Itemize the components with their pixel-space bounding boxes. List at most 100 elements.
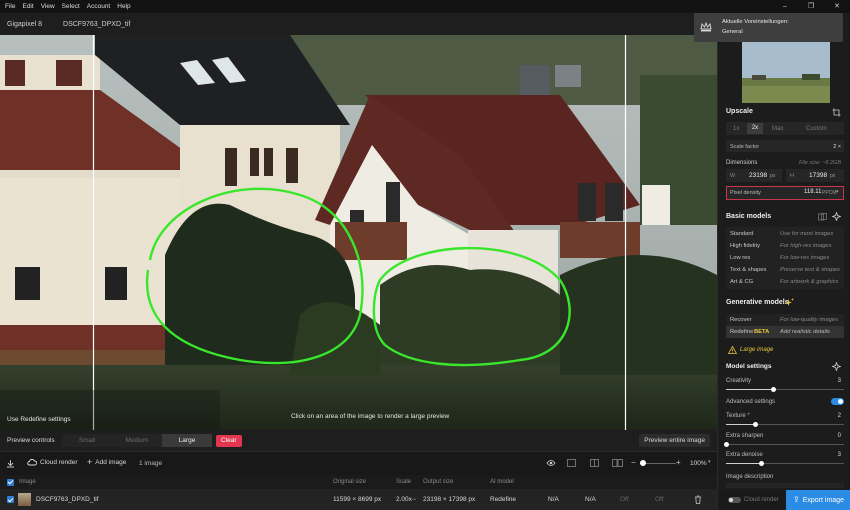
col-output-size[interactable]: Output size (423, 479, 453, 485)
add-image-button[interactable]: + Add image (87, 457, 126, 467)
chevron-down-icon[interactable]: ▾ (836, 189, 839, 195)
export-image-label: Export image (802, 497, 844, 504)
menu-help[interactable]: Help (117, 3, 130, 10)
side-by-side-icon[interactable] (612, 459, 623, 467)
menu-edit[interactable]: Edit (22, 3, 33, 10)
col-image[interactable]: Image (19, 479, 36, 485)
crop-icon[interactable] (832, 108, 841, 117)
table-row[interactable]: DSCF9763_DPXD_tif 11599 × 8699 px 2.00x … (0, 489, 717, 510)
maximize-button[interactable]: ❐ (798, 0, 824, 13)
width-value[interactable]: 23198 (749, 172, 767, 179)
model-name: Recover (730, 317, 752, 323)
sparkle-icon[interactable] (832, 362, 841, 371)
model-high-fidelity[interactable]: High fidelity For high-res images (726, 240, 844, 252)
creativity-slider[interactable] (726, 387, 844, 392)
single-view-icon[interactable] (567, 459, 576, 467)
model-art-cg[interactable]: Art & CG For artwork & graphics (726, 276, 844, 288)
zoom-level[interactable]: 100% (690, 460, 707, 467)
split-view-icon[interactable] (590, 459, 599, 467)
menu-account[interactable]: Account (87, 3, 111, 10)
preview-size-medium[interactable]: Medium (112, 434, 162, 447)
zoom-in-icon[interactable]: + (676, 458, 681, 467)
compare-icon[interactable] (818, 213, 827, 221)
model-text-shapes[interactable]: Text & shapes Preserve text & shapes (726, 264, 844, 276)
menu-select[interactable]: Select (62, 3, 80, 10)
app-name: Gigapixel 8 (7, 20, 43, 28)
select-all-checkbox[interactable] (7, 478, 14, 486)
extra-denoise-label: Extra denoise (726, 452, 763, 458)
scale-factor-label: Scale factor (730, 144, 760, 150)
close-button[interactable]: ✕ (824, 0, 850, 13)
file-name: DSCF9763_DPXD_tif (63, 20, 131, 28)
preview-instruction: Click on an area of the image to render … (291, 413, 450, 420)
plus-icon: + (87, 457, 93, 467)
height-value[interactable]: 17398 (809, 172, 827, 179)
extra-sharpen-value: 0 (837, 433, 841, 439)
row-original-size: 11599 × 8699 px (333, 496, 382, 503)
menu-bar: File Edit View Select Account Help (0, 0, 850, 13)
chevron-down-icon[interactable]: ▾ (708, 459, 711, 465)
extra-sharpen-slider[interactable] (723, 442, 844, 447)
clear-button[interactable]: Clear (216, 434, 242, 447)
zoom-slider-knob[interactable] (640, 460, 646, 466)
model-redefine[interactable]: Redefine BETA Add realistic details (726, 326, 844, 338)
toast-title: Aktuelle Voreinstellungen: (722, 19, 789, 25)
extra-sharpen-slider-knob[interactable] (723, 442, 729, 447)
collapse-icon[interactable] (6, 459, 15, 468)
col-ai-model[interactable]: AI model (490, 479, 514, 485)
extra-denoise-slider-knob[interactable] (758, 461, 764, 466)
image-count: 1 image (139, 460, 163, 467)
preview-size-small[interactable]: Small (62, 434, 112, 447)
model-name: Redefine (730, 329, 754, 335)
arrow-right-icon: → (411, 496, 417, 502)
height-label: H (790, 173, 794, 179)
cloud-render-button[interactable]: Cloud render (27, 458, 78, 466)
preview-size-large[interactable]: Large (162, 434, 212, 447)
cloud-render-toggle[interactable] (728, 497, 741, 503)
model-standard[interactable]: Standard Use for most images (726, 228, 844, 240)
window-controls: – ❐ ✕ (772, 0, 850, 13)
model-desc: Add realistic details (780, 329, 830, 335)
creativity-slider-knob[interactable] (770, 387, 776, 392)
eye-icon[interactable] (546, 459, 556, 467)
advanced-settings-toggle[interactable] (831, 398, 844, 405)
scale-1x[interactable]: 1x (733, 126, 739, 132)
menu-view[interactable]: View (41, 3, 55, 10)
menu-file[interactable]: File (5, 3, 15, 10)
zoom-slider[interactable] (640, 460, 676, 466)
model-name: Low res (730, 255, 751, 261)
model-recover[interactable]: Recover For low-quality images (726, 314, 844, 326)
image-preview[interactable]: Use Redefine settings Click on an area o… (0, 35, 717, 430)
beta-badge: BETA (754, 329, 770, 335)
scale-custom[interactable]: Custom (806, 126, 827, 132)
scale-factor-value[interactable]: 2 × (833, 144, 841, 150)
navigator-thumbnail[interactable] (742, 42, 830, 103)
scale-max[interactable]: Max (772, 126, 783, 132)
basic-models-title: Basic models (726, 213, 772, 220)
pixel-density-value[interactable]: 118.11 (804, 189, 821, 195)
texture-slider[interactable] (726, 422, 844, 427)
row-checkbox[interactable] (7, 496, 14, 503)
upscale-title: Upscale (726, 108, 753, 115)
sparkles-icon (785, 298, 794, 306)
title-bar: Gigapixel 8 DSCF9763_DPXD_tif (0, 13, 717, 35)
minimize-button[interactable]: – (772, 0, 798, 13)
texture-slider-knob[interactable] (753, 422, 758, 427)
row-output-size: 23198 × 17398 px (423, 496, 476, 503)
col-scale[interactable]: Scale (396, 479, 411, 485)
extra-denoise-slider-fill (726, 463, 762, 464)
image-description-field[interactable] (726, 483, 844, 488)
model-low-res[interactable]: Low res For low-res images (726, 252, 844, 264)
col-original-size[interactable]: Original size (333, 479, 366, 485)
trash-icon[interactable] (694, 495, 702, 504)
zoom-out-icon[interactable]: − (631, 458, 636, 467)
info-icon[interactable]: + (747, 412, 751, 418)
scale-2x[interactable]: 2x (747, 123, 763, 134)
preview-photo (0, 35, 717, 430)
extra-denoise-slider[interactable] (726, 461, 844, 466)
export-image-button[interactable]: ⇪ Export image (786, 490, 850, 510)
pixel-density-unit: PPCM (822, 190, 837, 196)
advanced-settings-label: Advanced settings (726, 399, 776, 405)
preview-entire-image-button[interactable]: Preview entire image (639, 434, 710, 447)
sparkle-icon[interactable] (832, 212, 841, 221)
